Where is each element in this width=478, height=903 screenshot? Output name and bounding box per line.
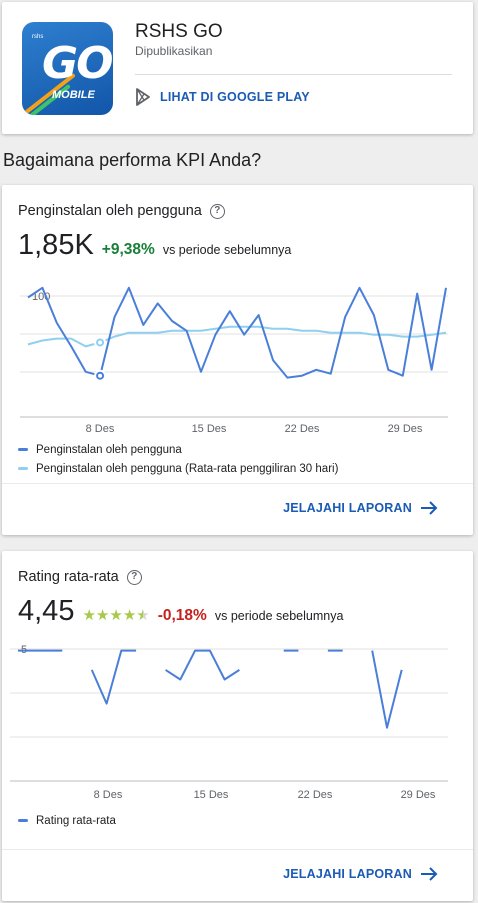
- legend-item-rating[interactable]: Rating rata-rata: [18, 811, 116, 830]
- play-store-icon: [136, 88, 150, 106]
- legend-label: Penginstalan oleh pengguna: [36, 443, 182, 456]
- app-icon-mobile: MOBILE: [52, 89, 95, 101]
- x-tick-label: 22 Des: [298, 789, 333, 801]
- x-tick-label: 29 Des: [388, 423, 423, 435]
- app-icon: rshs GO MOBILE: [22, 22, 113, 115]
- x-tick-label: 29 Des: [401, 789, 436, 801]
- x-tick-label: 22 Des: [285, 423, 320, 435]
- installs-explore-report[interactable]: JELAJAHI LAPORAN: [283, 501, 438, 515]
- x-tick-label: 15 Des: [194, 789, 229, 801]
- installs-kpi-card: Penginstalan oleh pengguna ? 1,85K +9,38…: [2, 185, 473, 535]
- series-line-1: [27, 286, 447, 379]
- app-card: rshs GO MOBILE RSHS GO Dipublikasikan LI…: [2, 2, 473, 134]
- card-divider: [2, 483, 473, 484]
- kpi-section-title: Bagaimana performa KPI Anda?: [3, 150, 262, 170]
- explore-label: JELAJAHI LAPORAN: [283, 867, 412, 881]
- rating-kpi-card: Rating rata-rata ? 4,45 ★ ★ ★ ★ ★ -0,18% vs …: [2, 551, 473, 901]
- legend-swatch: [18, 448, 28, 451]
- x-tick-label: 8 Des: [86, 423, 115, 435]
- app-divider: [135, 74, 452, 75]
- arrow-right-icon: [421, 501, 438, 515]
- hover-point-inner: [98, 340, 103, 345]
- app-status: Dipublikasikan: [135, 44, 213, 58]
- legend-label: Penginstalan oleh pengguna (Rata-rata pe…: [36, 462, 339, 475]
- explore-label: JELAJAHI LAPORAN: [283, 501, 412, 515]
- card-divider: [2, 849, 473, 850]
- app-icon-go: GO: [42, 38, 113, 89]
- rating-chart[interactable]: 58 Des 15 Des 22 Des 29 Des: [2, 551, 473, 811]
- x-tick-label: 15 Des: [192, 423, 227, 435]
- hover-point-inner: [98, 373, 103, 378]
- series-line-1: [18, 651, 431, 728]
- installs-chart[interactable]: 1008 Des 15 Des 22 Des 29 Des: [2, 185, 473, 440]
- legend-swatch: [18, 467, 28, 470]
- app-title: RSHS GO: [135, 21, 223, 42]
- legend-item-installs[interactable]: Penginstalan oleh pengguna: [18, 440, 338, 459]
- legend-item-installs-avg[interactable]: Penginstalan oleh pengguna (Rata-rata pe…: [18, 459, 338, 478]
- legend-swatch: [18, 819, 28, 822]
- installs-legend: Penginstalan oleh pengguna Penginstalan …: [18, 440, 338, 478]
- google-play-link[interactable]: LIHAT DI GOOGLE PLAY: [135, 88, 310, 106]
- rating-explore-report[interactable]: JELAJAHI LAPORAN: [283, 867, 438, 881]
- legend-label: Rating rata-rata: [36, 814, 116, 827]
- series-line-2: [27, 325, 447, 348]
- x-tick-label: 8 Des: [94, 789, 123, 801]
- rating-legend: Rating rata-rata: [18, 811, 116, 830]
- arrow-right-icon: [421, 867, 438, 881]
- google-play-label: LIHAT DI GOOGLE PLAY: [160, 90, 310, 104]
